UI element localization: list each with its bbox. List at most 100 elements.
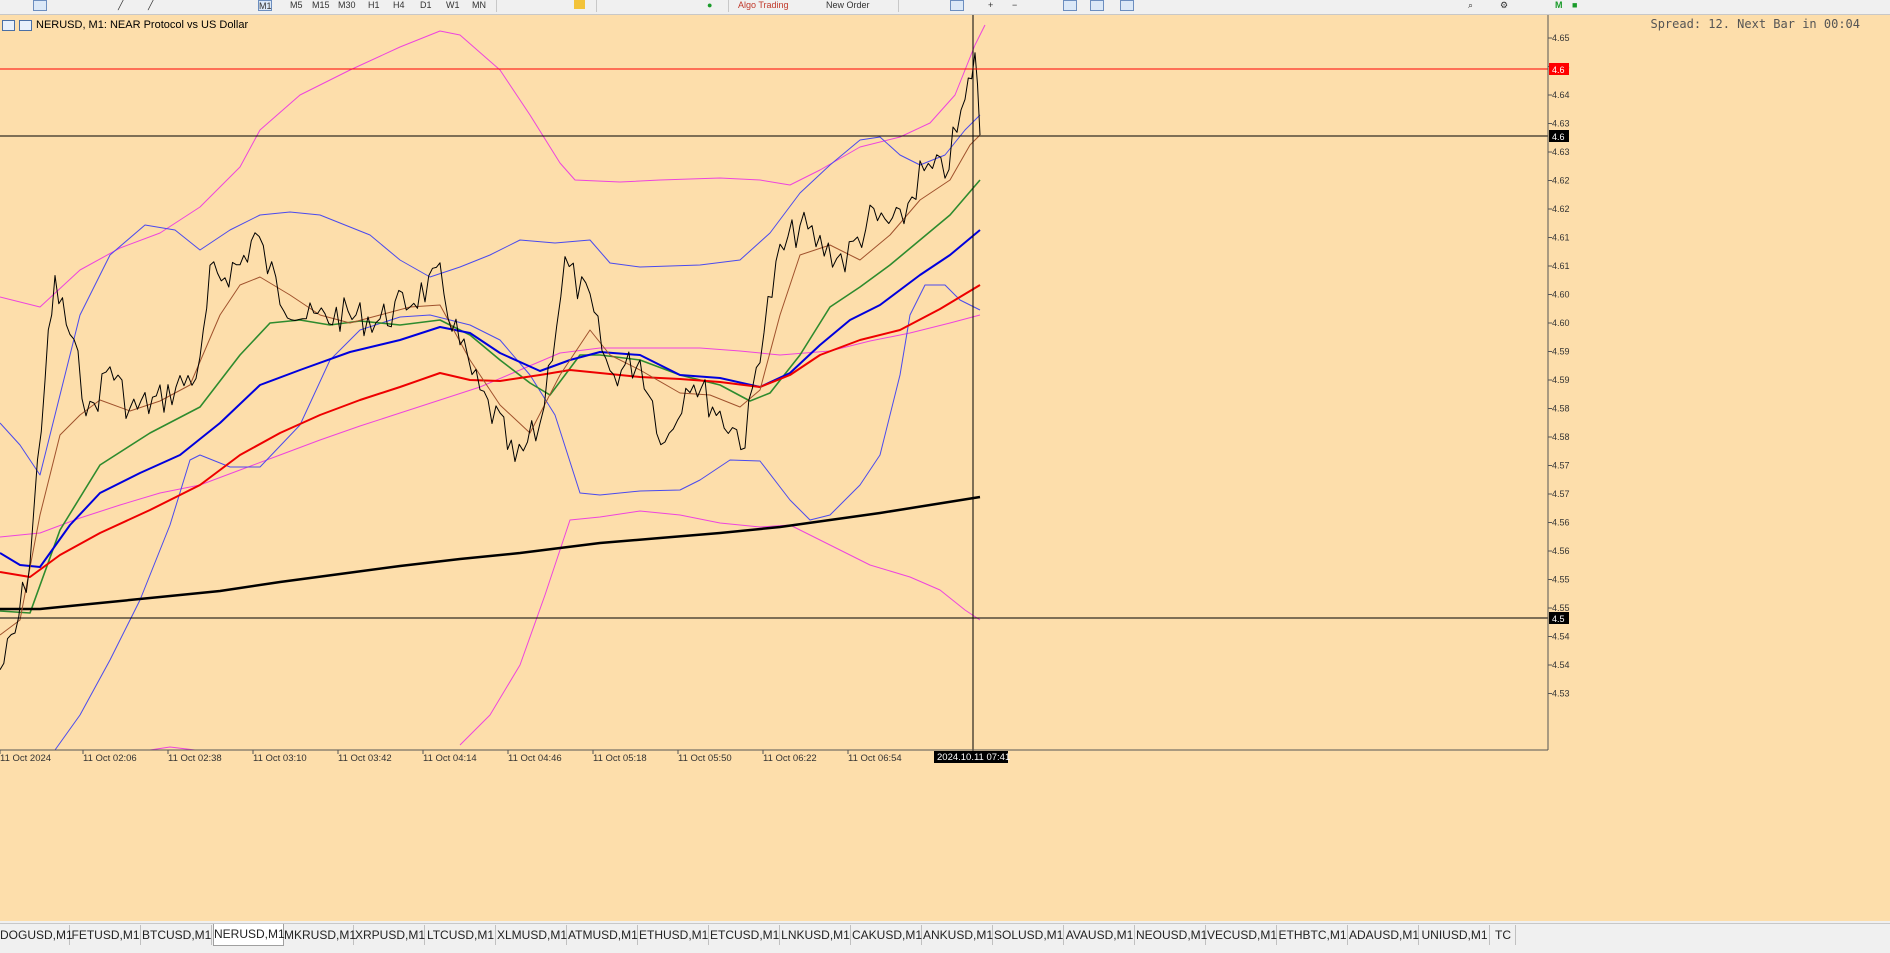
bollinger-inner-bands [0,114,981,751]
crosshair-tool-button[interactable] [33,0,47,11]
symbol-tab[interactable]: ATMUSD,M1 [568,925,638,945]
symbol-tab-bar: DOGUSD,M1 FETUSD,M1 BTCUSD,M1 NERUSD,M1 MKRU… [0,923,1890,953]
timeframe-m5-button[interactable]: M5 [290,0,303,10]
time-label: 11 Oct 06:22 [763,753,817,764]
time-label: 11 Oct 04:46 [508,753,562,764]
bollinger-outer-bands [0,24,986,751]
symbol-tab[interactable]: BTCUSD,M1 [142,925,212,945]
zoom-in-icon[interactable]: + [988,0,993,10]
price-label: 4.61 [1552,233,1570,243]
chart-icon[interactable] [2,19,15,31]
price-label: 4.58 [1552,432,1570,442]
upper-level-label: 4.6 [1552,132,1565,142]
symbol-tab[interactable]: UNIUSD,M1 [1420,925,1490,945]
app-icon[interactable]: ■ [1572,0,1577,10]
price-label: 4.60 [1552,290,1570,300]
algo-trading-button[interactable]: Algo Trading [738,0,789,10]
price-label: 4.57 [1552,489,1570,499]
ema-fast [0,134,981,636]
ema-blue [0,229,981,568]
symbol-tab[interactable]: ADAUSD,M1 [1349,925,1419,945]
price-label: 4.64 [1552,90,1570,100]
chart-title-text: NERUSD, M1: NEAR Protocol vs US Dollar [36,19,249,31]
toolbar: ╱ ╱ M1 M5 M15 M30 H1 H4 D1 W1 MN ● Algo … [0,0,1890,15]
symbol-tab[interactable]: NEOUSD,M1 [1136,925,1207,945]
timeframe-h4-button[interactable]: H4 [393,0,405,10]
chart-canvas[interactable]: 4.654.644.644.634.634.624.624.614.614.60… [0,15,1890,921]
green-icon[interactable]: ● [707,0,712,10]
price-line [0,52,981,670]
gold-icon[interactable] [574,0,585,9]
timeframe-m30-button[interactable]: M30 [338,0,356,10]
symbol-tab[interactable]: ETHBTC,M1 [1278,925,1348,945]
ema-red [0,284,981,578]
timeframe-mn-button[interactable]: MN [472,0,486,10]
screenshot-button[interactable] [1120,0,1134,11]
price-label: 4.54 [1552,660,1570,670]
toolbar-separator [496,0,497,12]
timeframe-m15-button[interactable]: M15 [312,0,330,10]
settings-icon[interactable]: ⚙ [1500,0,1508,10]
symbol-tab[interactable]: VECUSD,M1 [1207,925,1277,945]
moving-averages [0,134,981,636]
price-label: 4.54 [1552,632,1570,642]
middle-band [0,314,981,538]
symbol-tab[interactable]: FETUSD,M1 [71,925,141,945]
ema-green [0,179,981,614]
timeframe-m1-button[interactable]: M1 [258,0,272,11]
toolbar-separator [596,0,597,12]
price-label: 4.59 [1552,347,1570,357]
toolbar-separator [728,0,729,12]
time-label: 11 Oct 03:42 [338,753,392,764]
red-level-label: 4.6 [1552,65,1565,75]
time-label: 11 Oct 04:14 [423,753,477,764]
symbol-tab[interactable]: LNKUSD,M1 [781,925,851,945]
search-icon[interactable]: ⌕ [1468,0,1473,10]
ema-long [0,495,981,611]
timeframe-d1-button[interactable]: D1 [420,0,432,10]
trendline-tool-icon[interactable]: ╱ [148,0,153,10]
time-label: 11 Oct 03:10 [253,753,307,764]
upper-inner-band [0,114,981,476]
price-label: 4.61 [1552,261,1570,271]
lower-level-label: 4.5 [1552,614,1565,624]
price-series [0,52,981,670]
line-tool-icon[interactable]: ╱ [118,0,123,10]
zoom-out-icon[interactable]: − [1012,0,1017,10]
symbol-tab[interactable]: CAKUSD,M1 [852,925,922,945]
symbol-tab[interactable]: NERUSD,M1 [213,924,285,946]
symbol-tab[interactable]: XLMUSD,M1 [497,925,567,945]
price-label: 4.60 [1552,318,1570,328]
price-label: 4.57 [1552,461,1570,471]
symbol-tab[interactable]: ETHUSD,M1 [639,925,709,945]
symbol-tab[interactable]: TC [1491,925,1516,945]
symbol-tab[interactable]: AVAUSD,M1 [1065,925,1135,945]
timeframe-h1-button[interactable]: H1 [368,0,380,10]
tile-windows-button[interactable] [1063,0,1077,11]
symbol-tab[interactable]: DOGUSD,M1 [0,925,73,945]
chart-window[interactable]: 4.654.644.644.634.634.624.624.614.614.60… [0,15,1890,921]
price-label: 4.55 [1552,603,1570,613]
indicator-list-icon[interactable] [19,19,32,31]
new-order-button[interactable]: New Order [826,0,870,10]
time-label: 11 Oct 05:50 [678,753,732,764]
lower-outer-band [459,510,981,746]
market-icon[interactable]: M [1555,0,1563,10]
time-label: 11 Oct 02:06 [83,753,137,764]
chart-mode-button[interactable] [950,0,964,11]
price-label: 4.59 [1552,375,1570,385]
symbol-tab[interactable]: SOLUSD,M1 [994,925,1064,945]
chart-grid-button[interactable] [1090,0,1104,11]
price-label: 4.56 [1552,518,1570,528]
price-label: 4.58 [1552,404,1570,414]
price-label: 4.63 [1552,147,1570,157]
symbol-tab[interactable]: ANKUSD,M1 [923,925,993,945]
symbol-tab[interactable]: ETCUSD,M1 [710,925,780,945]
price-label: 4.53 [1552,689,1570,699]
timeframe-w1-button[interactable]: W1 [446,0,460,10]
toolbar-separator [898,0,899,12]
symbol-tab[interactable]: LTCUSD,M1 [426,925,496,945]
price-label: 4.65 [1552,33,1570,43]
symbol-tab[interactable]: MKRUSD,M1 [284,925,356,945]
symbol-tab[interactable]: XRPUSD,M1 [355,925,425,945]
